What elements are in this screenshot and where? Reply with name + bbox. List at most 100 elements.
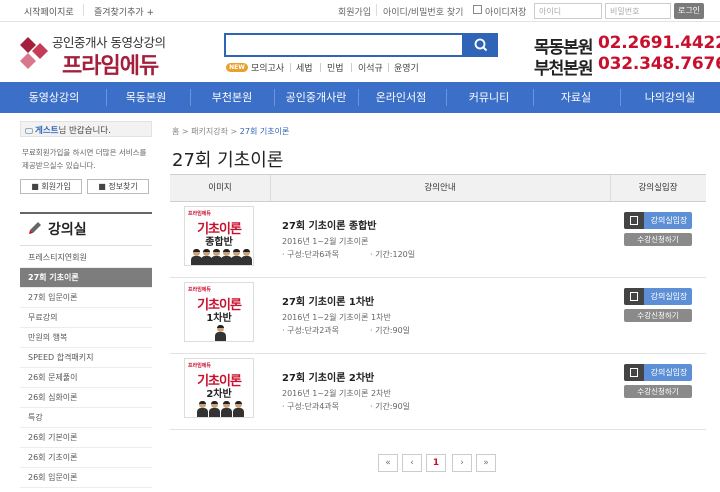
branch-phone: 02.2691.4422	[598, 33, 720, 53]
keyword-link[interactable]: 이석규	[358, 61, 383, 74]
nav-item-about[interactable]: 공인중개사란	[274, 82, 358, 113]
table-row: 프라임에듀 기초이론 2차반 27회 기초이론 2차반 2016년 1~2월 기…	[170, 354, 706, 430]
keyword-link[interactable]: 세법	[296, 61, 313, 74]
id-input[interactable]: 아이디	[534, 3, 602, 19]
sidebar-item[interactable]: 프레스티지연회원	[20, 248, 152, 268]
page-title: 27회 기초이론	[172, 150, 284, 171]
welcome-text: 무료회원가입을 하시면 더많은 서비스를 제공받으실수 있습니다.	[22, 148, 147, 170]
column-header-info: 강의안내	[424, 183, 456, 193]
thumb-brand: 프라임에듀	[188, 287, 212, 293]
apply-button[interactable]: 수강신청하기	[624, 309, 692, 322]
password-input[interactable]: 비밀번호	[605, 3, 671, 19]
page-number-current[interactable]: 1	[426, 454, 446, 472]
thumb-subtitle: 2차반	[206, 389, 232, 400]
find-info-button[interactable]: ■ 정보찾기	[87, 179, 149, 194]
divider	[320, 63, 321, 72]
pencil-icon	[29, 222, 41, 234]
new-badge: NEW	[226, 63, 248, 72]
breadcrumb-sep: >	[230, 127, 240, 136]
course-thumbnail[interactable]: 프라임에듀 기초이론 종합반	[184, 206, 254, 266]
thumb-brand: 프라임에듀	[188, 211, 212, 217]
breadcrumb-package[interactable]: 패키지강좌	[191, 127, 228, 136]
welcome-suffix: 님 반갑습니다.	[58, 126, 111, 136]
divider	[83, 4, 84, 16]
course-subtitle: 2016년 1~2월 기초이론	[282, 237, 369, 246]
course-duration: · 기간:120일	[370, 250, 416, 259]
breadcrumb: 홈 > 패키지강좌 > 27회 기초이론	[172, 126, 289, 137]
lock-icon: ■	[98, 182, 109, 191]
keyword-link[interactable]: 모의고사	[251, 61, 284, 74]
join-button[interactable]: ■ 회원가입	[20, 179, 82, 194]
sidebar-item[interactable]: 특강	[20, 408, 152, 428]
search-input[interactable]	[224, 33, 464, 57]
apply-button[interactable]: 수강신청하기	[624, 385, 692, 398]
first-page-button[interactable]: «	[378, 454, 398, 472]
sidebar-item[interactable]: 26회 기본이론	[20, 428, 152, 448]
column-header-image: 이미지	[208, 183, 232, 193]
sidebar-item[interactable]: 26회 기초이론	[20, 448, 152, 468]
breadcrumb-current: 27회 기초이론	[239, 127, 290, 136]
course-subtitle: 2016년 1~2월 기초이론 1차반	[282, 313, 391, 322]
keyword-link[interactable]: 윤영기	[394, 61, 419, 74]
enter-classroom-button[interactable]: 강의실입장	[624, 212, 692, 229]
course-title[interactable]: 27회 기초이론 2차반	[282, 369, 374, 384]
breadcrumb-sep: >	[181, 127, 192, 136]
nav-item-video[interactable]: 동영상강의	[14, 82, 94, 113]
instructors-photo	[185, 325, 253, 341]
join-link[interactable]: 회원가입	[338, 5, 371, 18]
course-composition: · 구성:단과4과목	[282, 402, 340, 411]
keyword-link[interactable]: 민법	[327, 61, 344, 74]
prev-page-button[interactable]: ‹	[402, 454, 422, 472]
classroom-menu: 프레스티지연회원 27회 기초이론 27회 입문이론 무료강의 만원의 행복 S…	[20, 248, 152, 488]
divider	[290, 63, 291, 72]
sidebar-item[interactable]: SPEED 합격패키지	[20, 348, 152, 368]
logo-title[interactable]: 프라임에듀	[62, 48, 159, 80]
find-account-link[interactable]: 아이디/비밀번호 찾기	[383, 5, 463, 18]
enter-label: 강의실입장	[650, 216, 688, 225]
nav-item-mokdong[interactable]: 목동본원	[106, 82, 186, 113]
search-button[interactable]	[464, 33, 498, 57]
main-nav: 동영상강의 목동본원 부천본원 공인중개사란 온라인서점 커뮤니티 자료실 나의…	[0, 82, 720, 113]
nav-item-my-classroom[interactable]: 나의강의실	[620, 82, 720, 113]
breadcrumb-home[interactable]: 홈	[172, 127, 179, 136]
enter-classroom-button[interactable]: 강의실입장	[624, 288, 692, 305]
sidebar-item[interactable]: 무료강의	[20, 308, 152, 328]
enter-classroom-button[interactable]: 강의실입장	[624, 364, 692, 381]
table-row: 프라임에듀 기초이론 1차반 27회 기초이론 1차반 2016년 1~2월 기…	[170, 278, 706, 354]
thumb-subtitle: 1차반	[206, 313, 232, 324]
apply-button[interactable]: 수강신청하기	[624, 233, 692, 246]
course-thumbnail[interactable]: 프라임에듀 기초이론 2차반	[184, 358, 254, 418]
column-header-enter: 강의실입장	[638, 183, 678, 193]
nav-item-community[interactable]: 커뮤니티	[446, 82, 532, 113]
search-icon	[474, 38, 488, 52]
login-button[interactable]: 로그인	[674, 3, 704, 19]
sidebar-item[interactable]: 만원의 행복	[20, 328, 152, 348]
table-row: 프라임에듀 기초이론 종합반 27회 기초이론 종합반 2016년 1~2월 기…	[170, 202, 706, 278]
next-page-button[interactable]: ›	[452, 454, 472, 472]
bookmark-link[interactable]: 즐겨찾기추가 +	[94, 5, 154, 18]
thumb-brand: 프라임에듀	[188, 363, 212, 369]
branch-phone: 032.348.7676	[598, 54, 720, 74]
save-id-label: 아이디저장	[485, 8, 527, 18]
course-composition: · 구성:단과2과목	[282, 326, 340, 335]
nav-item-resources[interactable]: 자료실	[533, 82, 619, 113]
welcome-box: 게스트님 반갑습니다.	[20, 121, 152, 137]
sidebar-item[interactable]: 26회 문제풀이	[20, 368, 152, 388]
sidebar-item[interactable]: 26회 심화이론	[20, 388, 152, 408]
nav-item-bookstore[interactable]: 온라인서점	[358, 82, 444, 113]
sidebar-item-active[interactable]: 27회 기초이론	[20, 268, 152, 288]
top-utility-bar: 시작페이지로 즐겨찾기추가 + 회원가입 아이디/비밀번호 찾기 아이디저장 아…	[0, 0, 720, 22]
save-id-checkbox[interactable]	[473, 5, 482, 14]
sidebar-item[interactable]: 26회 입문이론	[20, 468, 152, 488]
course-duration: · 기간:90일	[370, 326, 411, 335]
course-thumbnail[interactable]: 프라임에듀 기초이론 1차반	[184, 282, 254, 342]
divider	[351, 63, 352, 72]
instructors-photo	[185, 401, 253, 417]
last-page-button[interactable]: »	[476, 454, 496, 472]
document-icon	[624, 288, 644, 305]
home-link[interactable]: 시작페이지로	[24, 5, 74, 18]
sidebar-item[interactable]: 27회 입문이론	[20, 288, 152, 308]
course-title[interactable]: 27회 기초이론 종합반	[282, 217, 376, 232]
course-title[interactable]: 27회 기초이론 1차반	[282, 293, 374, 308]
nav-item-bucheon[interactable]: 부천본원	[190, 82, 274, 113]
